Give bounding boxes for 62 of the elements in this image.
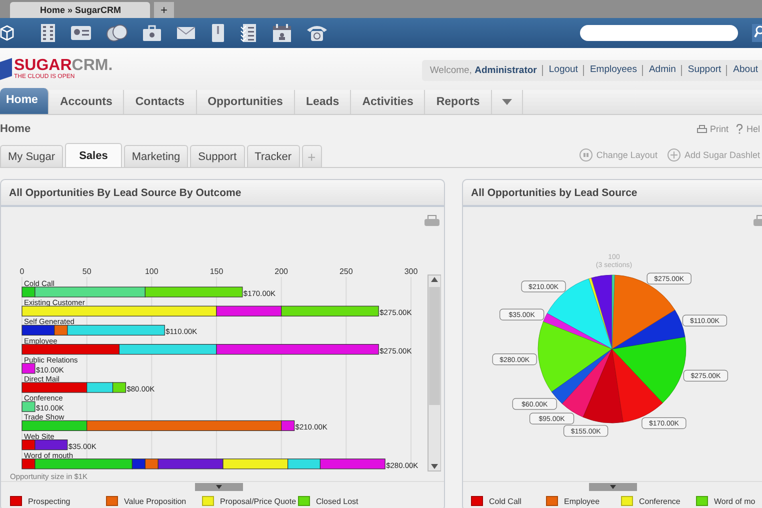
browser-tab[interactable]: Home » SugarCRM (10, 2, 150, 18)
envelope-icon[interactable] (176, 26, 196, 40)
axis-tick-label: 250 (339, 267, 353, 276)
legend-label: Prospecting (28, 496, 70, 506)
module-tab[interactable]: Leads (294, 90, 352, 114)
axis-tick-label: 200 (274, 267, 288, 276)
briefcase-icon[interactable] (142, 24, 162, 42)
dashboard-tab[interactable]: Tracker (246, 145, 300, 167)
brand-name: SUGARCRM. (14, 58, 113, 74)
legend-label: Conference (639, 496, 680, 506)
search-field[interactable] (580, 25, 738, 41)
expand-handle[interactable] (194, 483, 242, 491)
checklist-icon[interactable] (240, 23, 258, 43)
building-icon[interactable] (40, 23, 56, 43)
layout-icon (579, 148, 594, 162)
module-tab[interactable]: Opportunities (196, 90, 295, 114)
module-tab[interactable]: Contacts (124, 90, 197, 114)
bar-segment (22, 363, 36, 374)
dashlet-title: All Opportunities By Lead Source By Outcome (9, 186, 242, 198)
legend-label: Word of mo (714, 496, 756, 506)
header-link[interactable]: About (726, 64, 758, 76)
dashboard-tab[interactable]: Sales (65, 143, 122, 167)
caret-icon (502, 99, 512, 105)
module-tab[interactable]: Accounts (48, 90, 124, 114)
page-title: Home (0, 123, 31, 135)
legend-label: Closed Lost (316, 496, 358, 506)
plus-icon (667, 148, 682, 162)
cube-icon[interactable] (0, 25, 14, 41)
legend-label: Value Proposition (124, 496, 186, 506)
coins-icon[interactable] (106, 24, 128, 42)
bar-segment (22, 401, 36, 412)
dashlet-title: All Opportunities by Lead Source (471, 186, 638, 198)
contact-card-icon[interactable] (70, 25, 92, 41)
scrollbar[interactable] (428, 274, 441, 472)
notebook-icon[interactable] (210, 23, 226, 43)
legend-label: Employee (564, 496, 600, 506)
expand-handle[interactable] (589, 483, 637, 491)
axis-tick-label: 150 (210, 267, 224, 276)
header-link[interactable]: Admin (642, 64, 676, 76)
axis-tick-label: 50 (82, 267, 92, 276)
legend-label: Cold Call (489, 496, 522, 506)
phone-icon[interactable] (306, 24, 328, 42)
header-link[interactable]: Employees (582, 64, 637, 76)
header-link[interactable]: Logout (542, 64, 578, 76)
printer-icon (696, 124, 707, 134)
new-tab-button[interactable]: + (154, 2, 174, 18)
search-button[interactable] (752, 24, 762, 42)
calendar-icon[interactable] (272, 23, 292, 43)
dashboard-tab[interactable]: Marketing (124, 145, 188, 167)
axis-tick-label: 300 (404, 267, 418, 276)
dashboard-tab[interactable]: Support (190, 145, 245, 167)
module-tab[interactable]: Home (0, 88, 49, 114)
dashboard-tab[interactable]: My Sugar (0, 145, 64, 167)
header-link[interactable]: Support (680, 64, 722, 76)
axis-tick-label: 100 (144, 267, 158, 276)
module-tab[interactable]: Reports (425, 90, 492, 114)
welcome-text: Welcome, Administrator (430, 64, 537, 76)
module-tab[interactable]: Activities (351, 90, 426, 114)
help-icon (736, 124, 744, 134)
search-icon (754, 24, 762, 38)
axis-tick-label: 0 (20, 267, 24, 276)
legend-label: Proposal/Price Quote (220, 496, 296, 506)
